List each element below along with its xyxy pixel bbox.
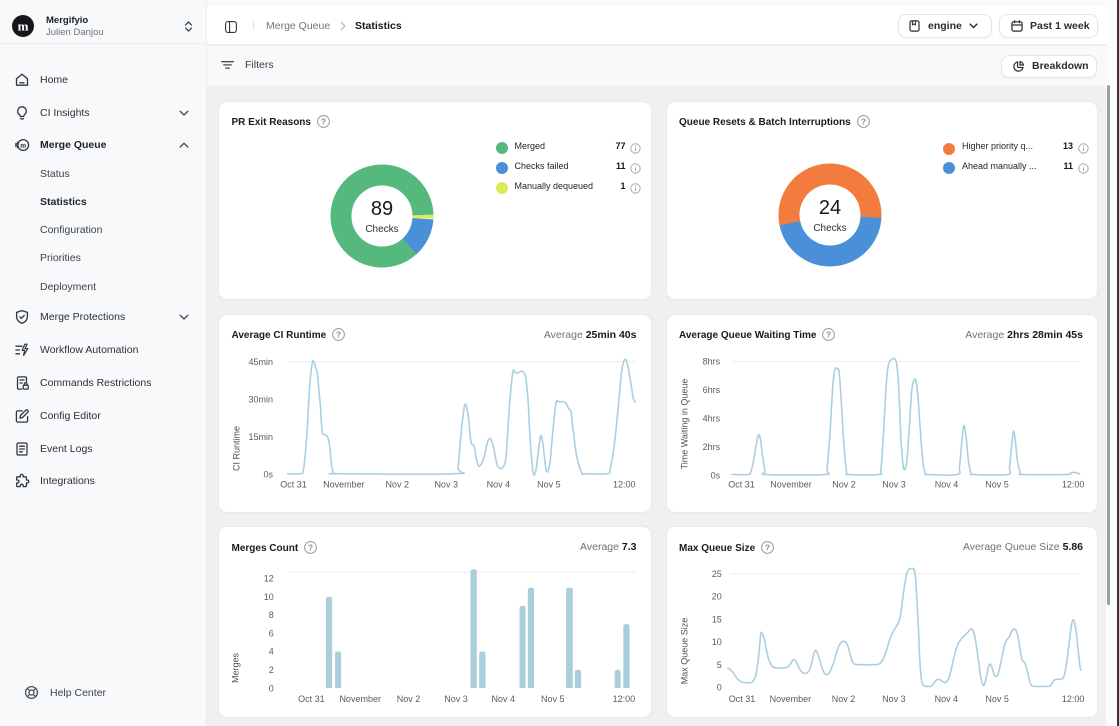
- svg-text:Nov 4: Nov 4: [487, 479, 511, 489]
- svg-text:0: 0: [716, 683, 721, 693]
- svg-text:Nov 2: Nov 2: [385, 479, 409, 489]
- svg-text:0: 0: [269, 683, 274, 693]
- svg-text:November: November: [769, 694, 811, 704]
- svg-text:8hrs: 8hrs: [702, 356, 720, 366]
- svg-text:12:00: 12:00: [613, 479, 636, 489]
- svg-text:12: 12: [264, 574, 274, 584]
- svg-text:Time Waiting in Queue: Time Waiting in Queue: [679, 378, 689, 469]
- svg-text:Oct 31: Oct 31: [728, 694, 755, 704]
- svg-text:12:00: 12:00: [613, 694, 636, 704]
- svg-text:89: 89: [371, 198, 393, 220]
- svg-text:m: m: [20, 142, 26, 150]
- svg-text:?: ?: [861, 116, 866, 126]
- svg-text:15: 15: [711, 614, 721, 624]
- svg-text:Max Queue Size: Max Queue Size: [679, 618, 689, 685]
- svg-text:Nov 4: Nov 4: [492, 694, 516, 704]
- svg-text:2hrs: 2hrs: [702, 442, 720, 452]
- svg-text:m: m: [18, 18, 29, 33]
- svg-text:12:00: 12:00: [1061, 694, 1084, 704]
- svg-text:Oct 31: Oct 31: [298, 694, 325, 704]
- svg-text:4: 4: [269, 647, 274, 657]
- svg-text:CI Runtime: CI Runtime: [232, 425, 242, 470]
- svg-text:15min: 15min: [248, 432, 273, 442]
- svg-text:20: 20: [711, 592, 721, 602]
- svg-text:6: 6: [269, 628, 274, 638]
- svg-text:25: 25: [711, 569, 721, 579]
- svg-text:?: ?: [321, 116, 326, 126]
- svg-text:Oct 31: Oct 31: [728, 479, 755, 489]
- svg-text:Nov 5: Nov 5: [541, 694, 565, 704]
- svg-text:Nov 4: Nov 4: [934, 694, 958, 704]
- svg-text:November: November: [339, 694, 381, 704]
- svg-text:Nov 2: Nov 2: [831, 694, 855, 704]
- svg-text:4hrs: 4hrs: [702, 413, 720, 423]
- svg-text:2: 2: [269, 665, 274, 675]
- svg-text:Nov 5: Nov 5: [985, 479, 1009, 489]
- svg-text:0s: 0s: [710, 470, 720, 480]
- svg-text:Nov 3: Nov 3: [882, 694, 906, 704]
- svg-text:8: 8: [269, 610, 274, 620]
- svg-text:0s: 0s: [263, 469, 273, 479]
- svg-text:30min: 30min: [248, 394, 273, 404]
- svg-text:Nov 2: Nov 2: [832, 479, 856, 489]
- svg-text:Nov 5: Nov 5: [537, 479, 561, 489]
- svg-text:November: November: [323, 479, 365, 489]
- svg-text:Oct 31: Oct 31: [280, 479, 307, 489]
- svg-text:November: November: [770, 479, 812, 489]
- svg-text:Nov 2: Nov 2: [397, 694, 421, 704]
- svg-text:Nov 5: Nov 5: [985, 694, 1009, 704]
- svg-text:Nov 4: Nov 4: [934, 479, 958, 489]
- svg-text:Nov 3: Nov 3: [444, 694, 468, 704]
- svg-text:12:00: 12:00: [1061, 479, 1084, 489]
- svg-text:6hrs: 6hrs: [702, 385, 720, 395]
- svg-text:24: 24: [819, 197, 841, 219]
- svg-text:Checks: Checks: [813, 223, 846, 234]
- svg-text:10: 10: [264, 592, 274, 602]
- svg-text:Nov 3: Nov 3: [434, 479, 458, 489]
- svg-text:Checks: Checks: [365, 224, 398, 235]
- svg-text:Merges: Merges: [231, 652, 241, 683]
- svg-text:45min: 45min: [248, 356, 273, 366]
- svg-text:Nov 3: Nov 3: [882, 479, 906, 489]
- svg-text:5: 5: [716, 660, 721, 670]
- svg-text:10: 10: [711, 637, 721, 647]
